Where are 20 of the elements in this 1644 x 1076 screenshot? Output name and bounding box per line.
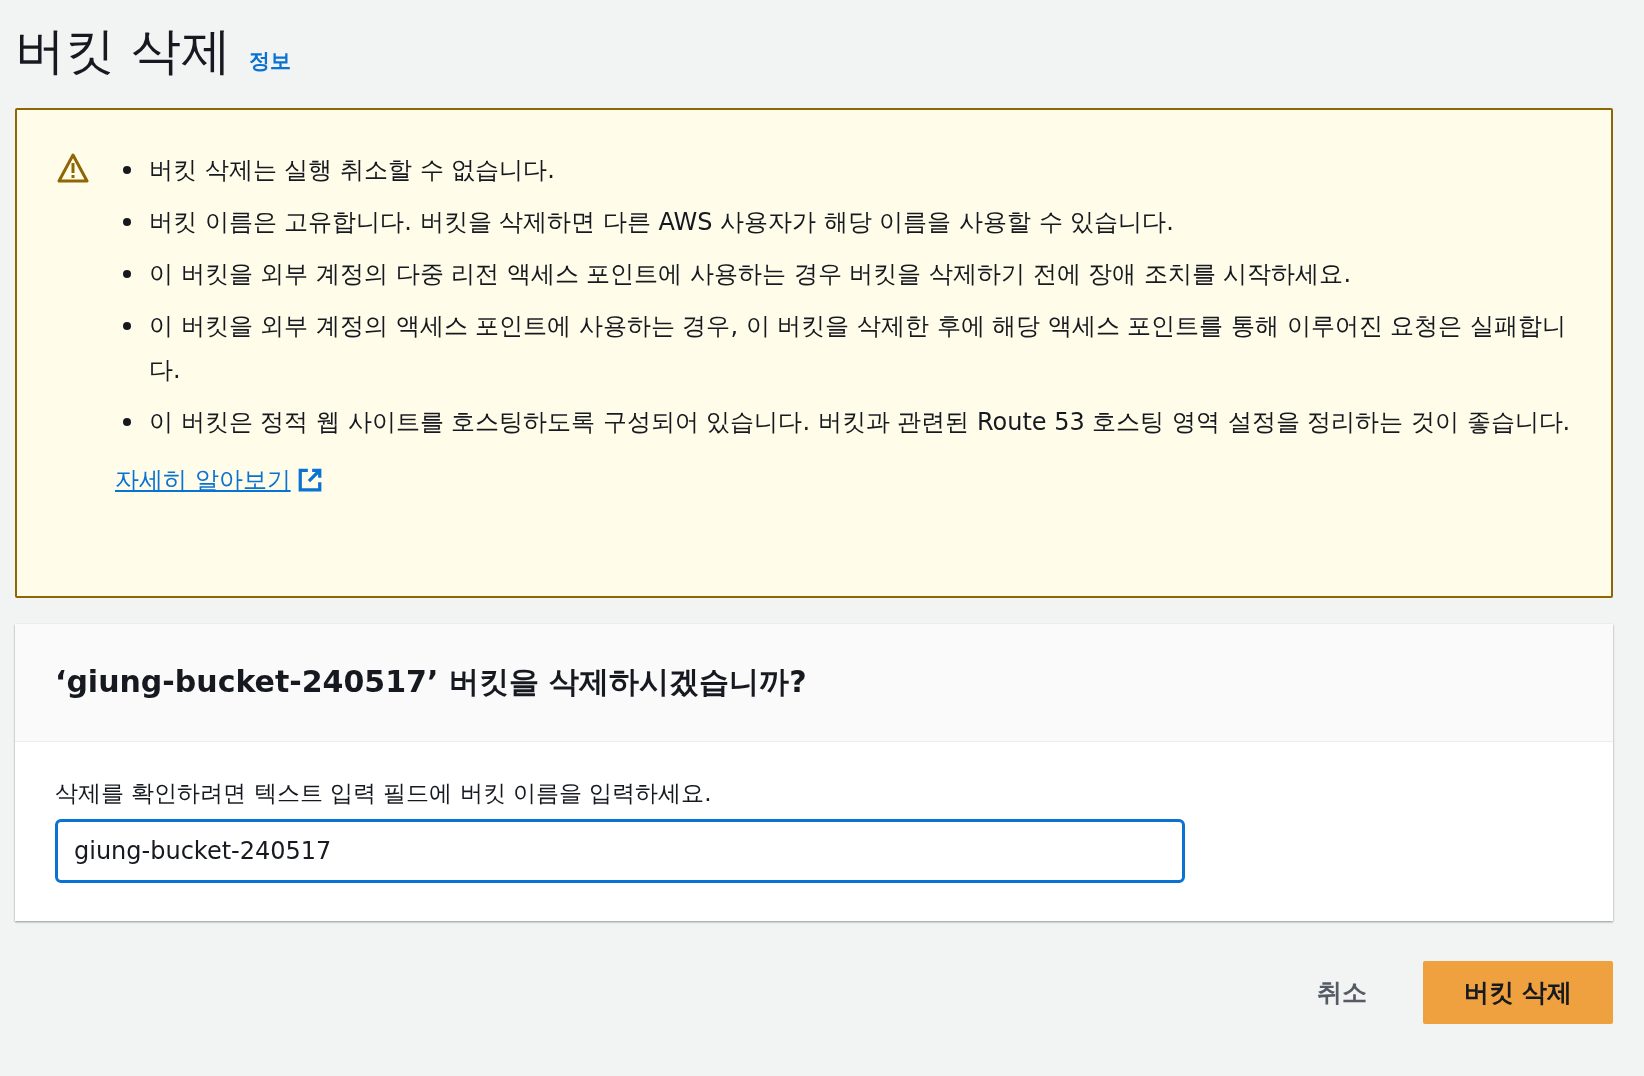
bullet-icon (123, 218, 131, 226)
learn-more-link[interactable]: 자세히 알아보기 (115, 464, 323, 496)
bullet-icon (123, 418, 131, 426)
warning-text: 버킷 삭제는 실행 취소할 수 없습니다. (149, 155, 556, 186)
external-link-icon (296, 467, 323, 493)
warning-text: 이 버킷을 외부 계정의 다중 리전 액세스 포인트에 사용하는 경우 버킷을 삭제하기 전에 장애 조치를 시작하세요. (149, 259, 1353, 290)
bucket-name-field[interactable]: giung-bucket-240517 (55, 819, 1185, 883)
bullet-icon (123, 322, 131, 330)
bullet-icon (123, 166, 131, 174)
warning-text: 이 버킷은 정적 웹 사이트를 호스팅하도록 구성되어 있습니다. 버킷과 관련된 Route 53 호스팅 영역 설정을 정리하는 것이 좋습니다. (149, 407, 1571, 438)
warning-text: 이 버킷을 외부 계정의 액세스 포인트에 사용하는 경우, 이 버킷을 삭제한 후에 해당 액세스 포인트를 통해 이루어진 요청은 실패합니다. (149, 311, 1567, 386)
warning-text: 버킷 이름은 고유합니다. 버킷을 삭제하면 다른 AWS 사용자가 해당 이름을 사용할 수 있습니다. (149, 207, 1175, 238)
bullet-icon (123, 270, 131, 278)
page-title: 버킷 삭제 (15, 21, 231, 82)
delete-bucket-button[interactable]: 버킷 삭제 (1423, 961, 1613, 1024)
warning-icon (57, 153, 89, 183)
info-link[interactable]: 정보 (248, 47, 291, 75)
cancel-button[interactable]: 취소 (1297, 966, 1387, 1019)
field-label: 삭제를 확인하려면 텍스트 입력 필드에 버킷 이름을 입력하세요. (55, 779, 713, 808)
confirm-heading: ‘giung-bucket-240517’ 버킷을 삭제하시겠습니까? (55, 663, 808, 701)
